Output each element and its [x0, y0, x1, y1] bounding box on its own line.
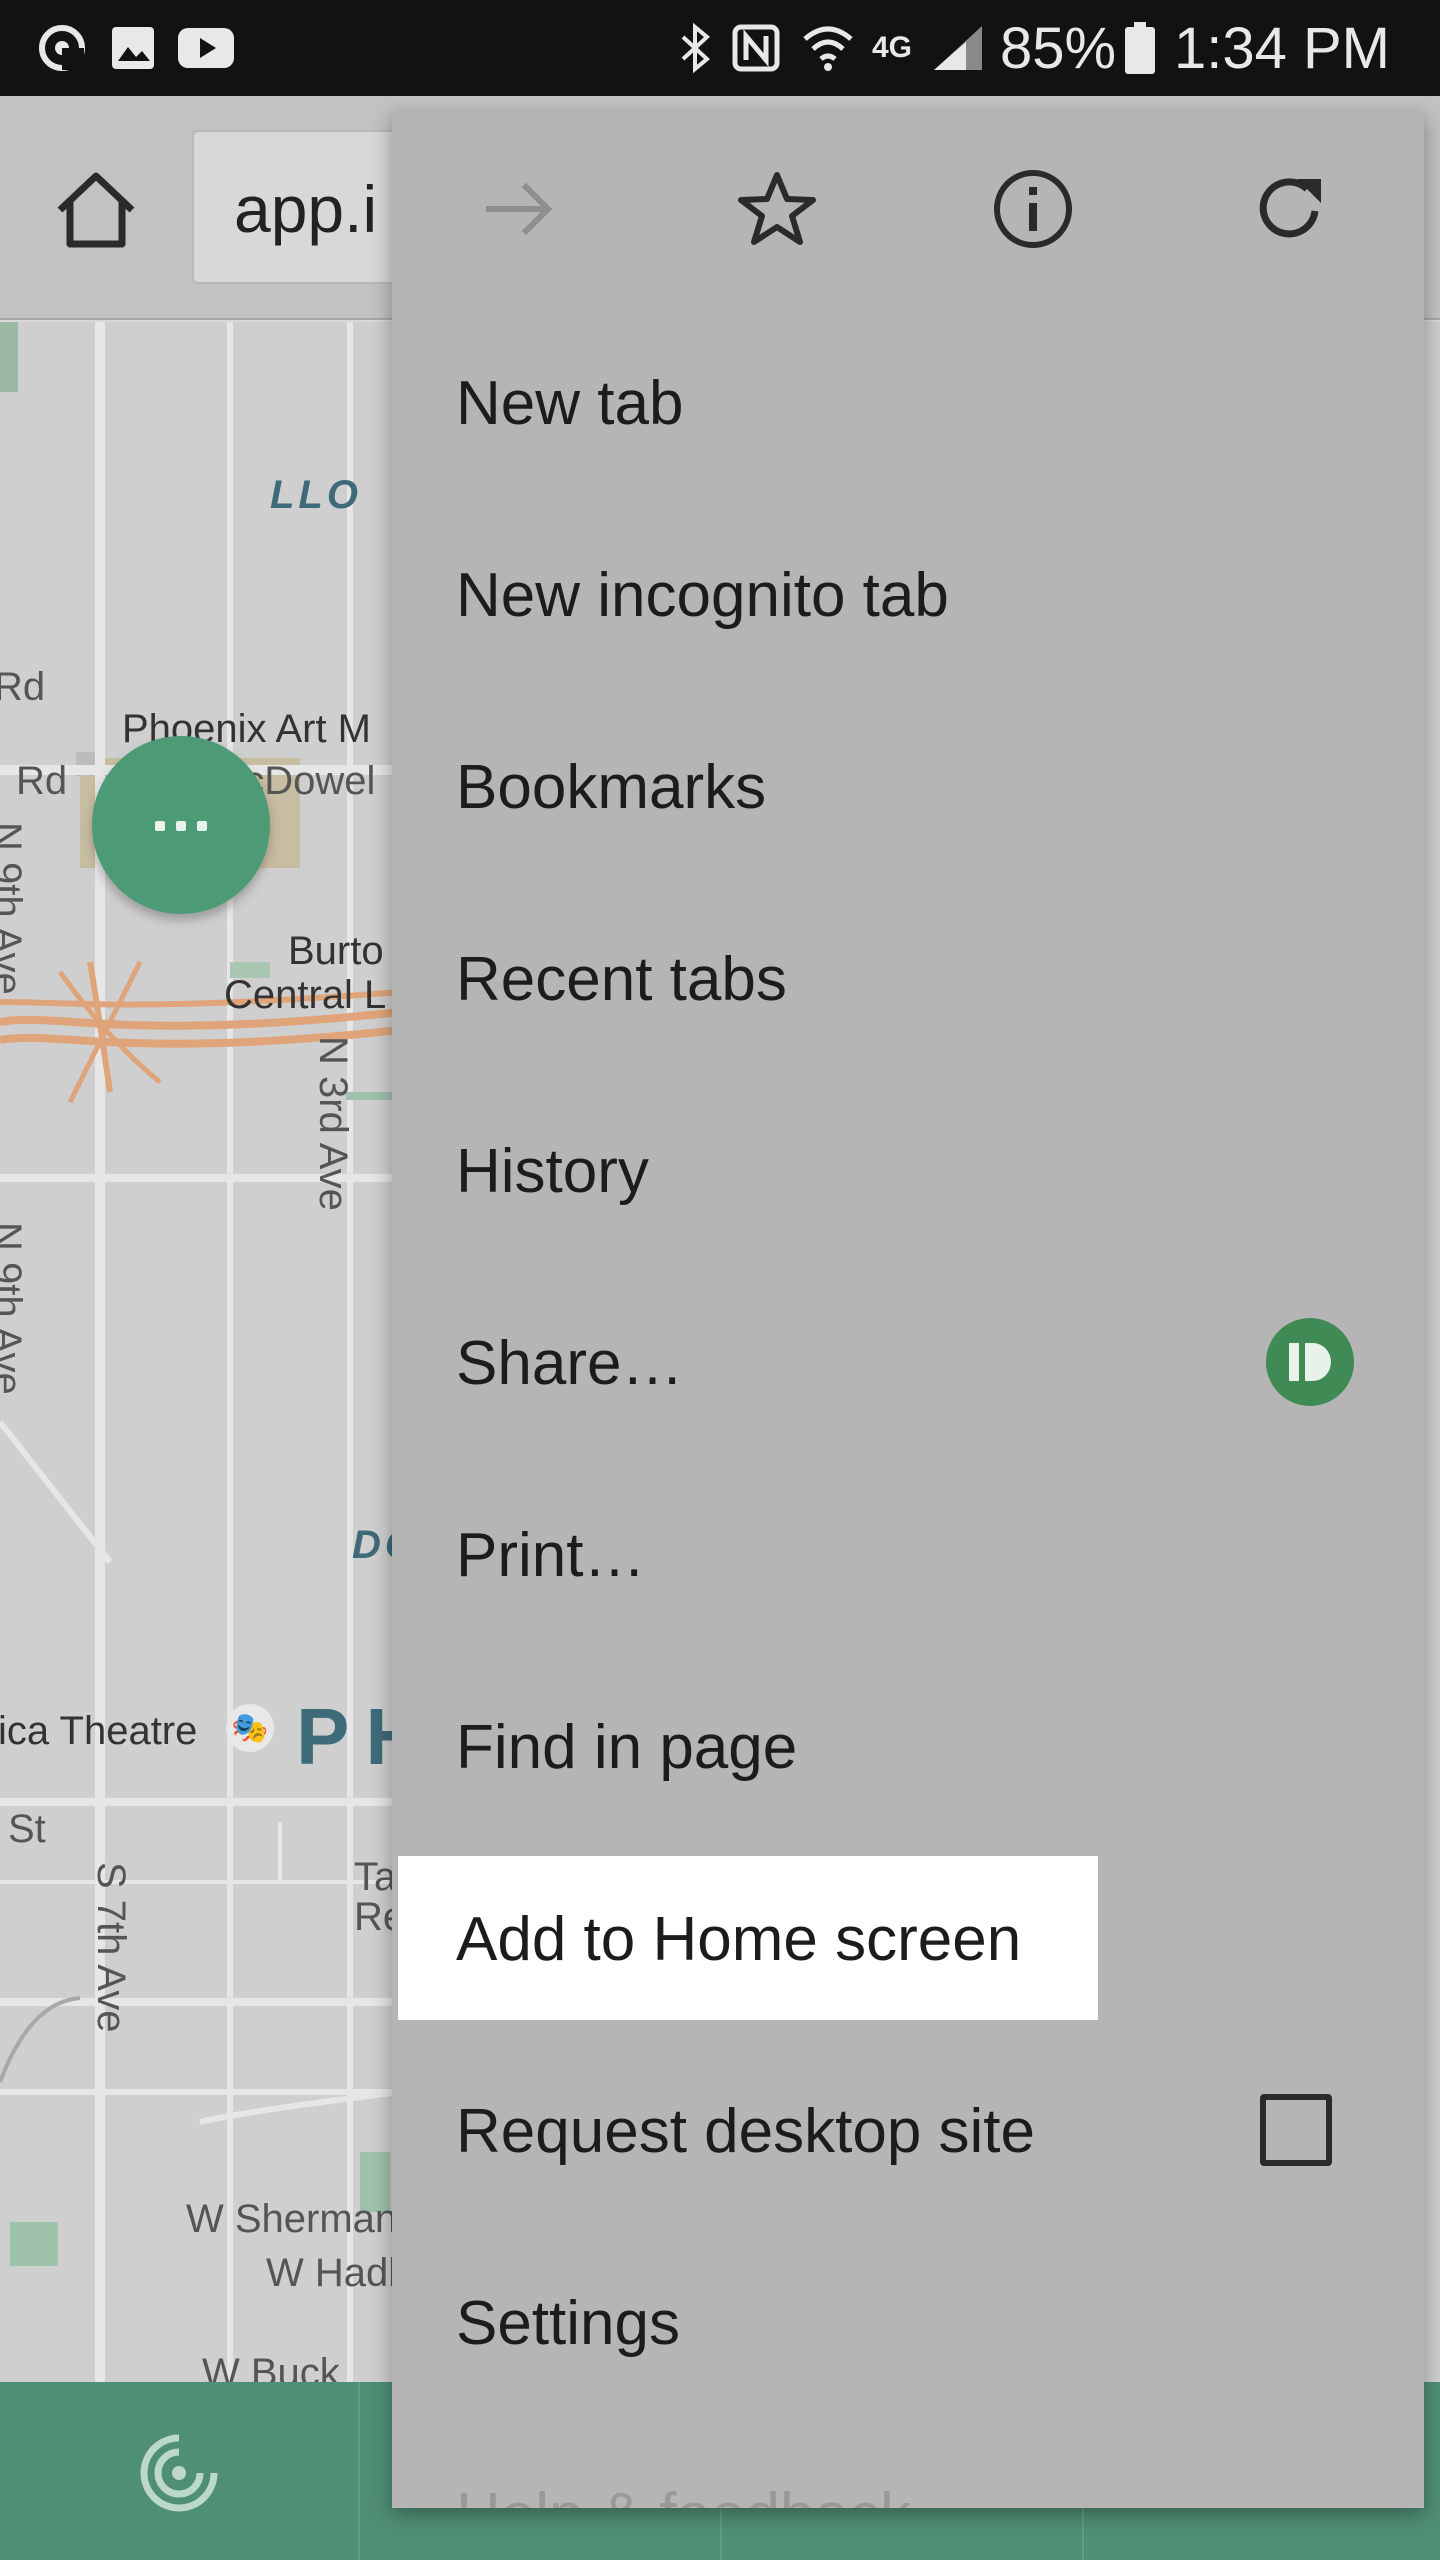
refresh-icon[interactable]: [1246, 164, 1336, 254]
menu-item-label: History: [456, 1137, 649, 1206]
map-label-n9th-ave: N 9th Ave: [0, 822, 29, 995]
menu-item-label: Request desktop site: [456, 2097, 1036, 2166]
menu-item-new-incognito-tab[interactable]: New incognito tab: [392, 498, 1424, 690]
battery-icon: [1122, 22, 1158, 74]
bluetooth-icon: [676, 23, 716, 73]
map-label-n9th-ave-2: N 9th Ave: [0, 1222, 29, 1395]
menu-item-label: Find in page: [456, 1713, 798, 1782]
map-label-rd-2: Rd: [16, 759, 68, 803]
desktop-site-checkbox[interactable]: [1260, 2094, 1332, 2166]
map-label-st: St: [8, 1807, 46, 1851]
status-bar: 4G 85% 1:34 PM: [0, 0, 1440, 96]
map-label-theatre: ica Theatre: [0, 1709, 198, 1753]
image-icon: [108, 24, 158, 72]
map-label-rd: Rd: [0, 665, 46, 709]
menu-item-label: New incognito tab: [456, 561, 949, 630]
map-label-central: Central L: [224, 973, 387, 1017]
map-label-burton: Burto: [288, 929, 384, 973]
battery-percent: 85%: [1000, 16, 1117, 81]
menu-item-label: Print…: [456, 1521, 646, 1590]
menu-item-bookmarks[interactable]: Bookmarks: [392, 690, 1424, 882]
highlight-box[interactable]: Add to Home screen: [398, 1856, 1098, 2020]
radar-icon[interactable]: [138, 2432, 220, 2514]
menu-item-new-tab[interactable]: New tab: [392, 306, 1424, 498]
map-label-n3rd-ave: N 3rd Ave: [311, 1036, 355, 1211]
theatre-icon: 🎭: [226, 1704, 274, 1752]
map-label-llo: LLO: [270, 473, 362, 517]
menu-icon-row: [392, 112, 1424, 302]
menu-item-recent-tabs[interactable]: Recent tabs: [392, 882, 1424, 1074]
menu-item-history[interactable]: History: [392, 1074, 1424, 1266]
map-label-s7th-ave: S 7th Ave: [89, 1862, 133, 2033]
menu-item-label: Settings: [456, 2289, 681, 2358]
menu-item-share[interactable]: Share…: [392, 1266, 1424, 1458]
lte-icon: 4G: [871, 31, 913, 64]
star-icon[interactable]: [732, 164, 822, 254]
menu-item-add-to-home-screen[interactable]: Add to Home screen: [392, 1856, 1424, 2048]
pushbullet-share-icon[interactable]: [1266, 1318, 1354, 1406]
signal-icon: [930, 24, 986, 72]
map-label-buck: W Buck: [202, 2351, 340, 2382]
clock: 1:34 PM: [1174, 16, 1390, 81]
menu-item-label: Share…: [456, 1329, 684, 1398]
wifi-icon: [800, 24, 856, 72]
menu-item-label: Help & feedback: [456, 2480, 911, 2508]
url-text: app.i: [234, 172, 378, 246]
menu-item-settings[interactable]: Settings: [392, 2226, 1424, 2418]
menu-item-print[interactable]: Print…: [392, 1458, 1424, 1650]
youtube-icon: [178, 24, 234, 72]
menu-item-label: New tab: [456, 369, 684, 438]
forward-icon[interactable]: [474, 164, 564, 254]
info-icon[interactable]: [988, 164, 1078, 254]
map-label-hadl: W Hadl: [266, 2251, 398, 2295]
more-options-button[interactable]: [92, 736, 270, 914]
nav-divider: [358, 2382, 360, 2560]
home-icon[interactable]: [50, 164, 142, 256]
menu-item-label: Add to Home screen: [456, 1905, 1022, 1974]
more-horizontal-icon: [155, 821, 207, 831]
menu-item-label: Bookmarks: [456, 753, 767, 822]
menu-item-find-in-page[interactable]: Find in page: [392, 1650, 1424, 1842]
menu-item-help-feedback[interactable]: Help & feedback: [392, 2418, 1424, 2508]
menu-item-label: Recent tabs: [456, 945, 787, 1014]
at-sign-icon: [34, 24, 90, 72]
nfc-icon: [730, 24, 782, 72]
map-label-sherman: W Sherman: [186, 2197, 398, 2241]
overflow-menu: New tab New incognito tab Bookmarks Rece…: [392, 112, 1424, 2508]
menu-item-request-desktop-site[interactable]: Request desktop site: [392, 2034, 1424, 2226]
